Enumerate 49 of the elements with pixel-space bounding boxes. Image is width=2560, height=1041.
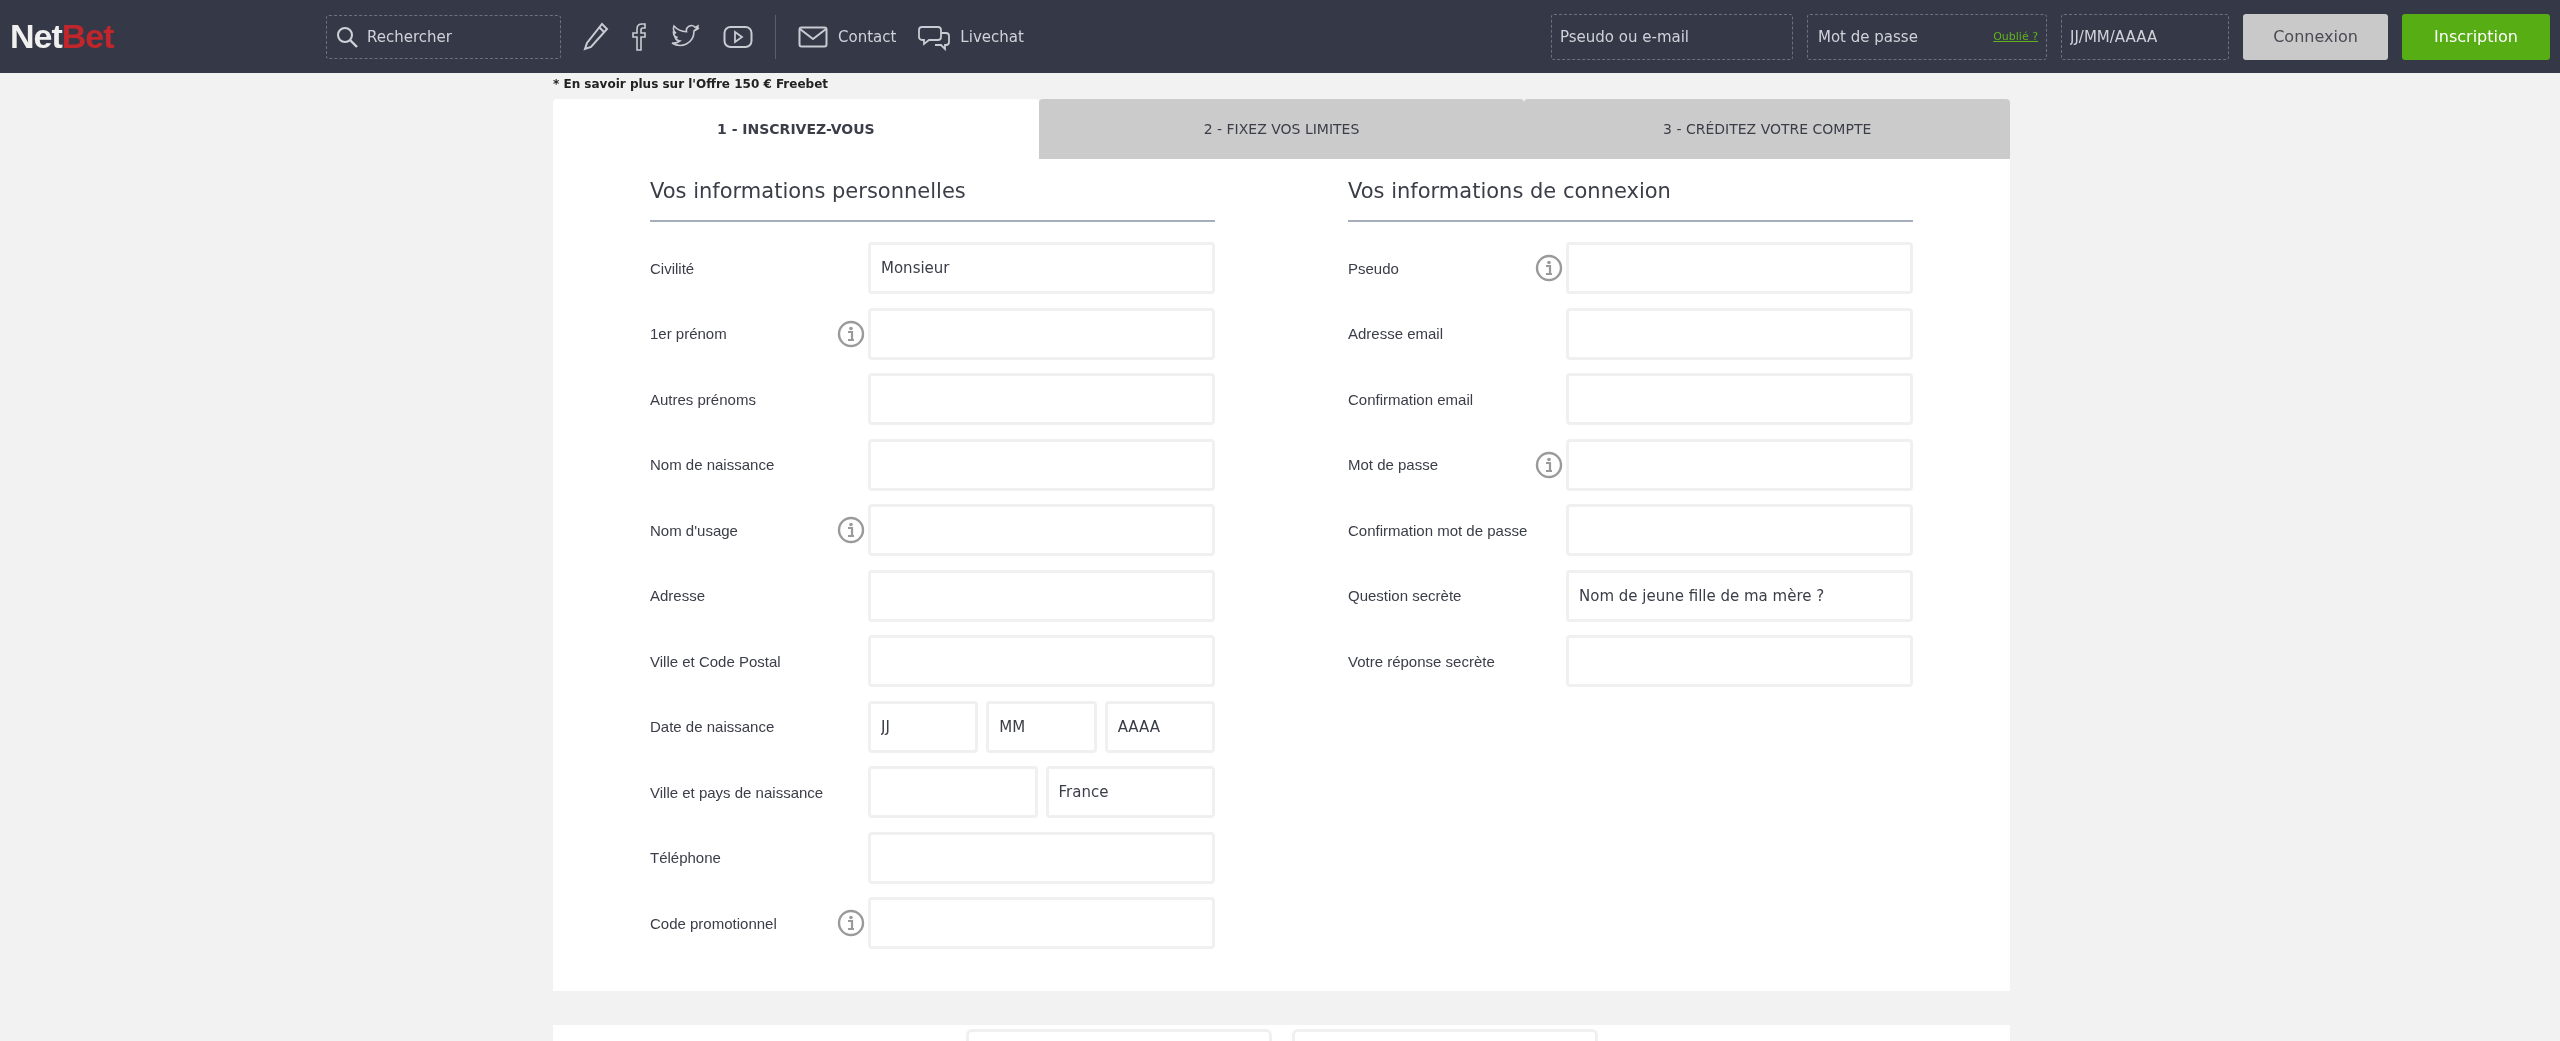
text-field[interactable]: MM bbox=[986, 700, 1097, 753]
field-label: Autres prénoms bbox=[650, 390, 757, 408]
step-tab[interactable]: 1 - INSCRIVEZ-VOUS bbox=[553, 99, 1039, 159]
field-label: Code promotionnel bbox=[650, 914, 778, 932]
birthdate-field[interactable]: JJ/MM/AAAA bbox=[2061, 13, 2229, 60]
field-label: Nom de naissance bbox=[650, 456, 776, 473]
section-title: Vos informations personnelles bbox=[650, 179, 1215, 222]
field-label: Ville et pays de naissance bbox=[650, 783, 825, 801]
search-icon bbox=[335, 24, 359, 49]
field-label: Mot de passe bbox=[1348, 456, 1440, 473]
step-tab[interactable]: 3 - CRÉDITEZ VOTRE COMPTE bbox=[1524, 99, 2010, 159]
field-label: Question secrète bbox=[1348, 587, 1463, 604]
site-logo[interactable]: NetBet bbox=[10, 17, 326, 56]
info-icon[interactable] bbox=[1535, 450, 1563, 479]
field-label: Nom d'usage bbox=[650, 521, 739, 539]
text-field[interactable]: France bbox=[1045, 766, 1215, 818]
forgot-password-link[interactable]: Oublié ? bbox=[1993, 30, 2038, 43]
info-icon[interactable] bbox=[837, 319, 865, 348]
facebook-icon[interactable] bbox=[631, 21, 647, 52]
text-field[interactable]: JJ bbox=[868, 700, 979, 753]
field-label: Adresse bbox=[650, 587, 707, 604]
search-field[interactable]: Rechercher bbox=[326, 14, 561, 59]
field-label: Confirmation mot de passe bbox=[1348, 521, 1529, 539]
field-label: Téléphone bbox=[650, 849, 722, 866]
play-icon[interactable] bbox=[723, 24, 753, 49]
field-label: Votre réponse secrète bbox=[1348, 652, 1496, 670]
field-label: Pseudo bbox=[1348, 259, 1400, 277]
text-field[interactable]: Monsieur bbox=[868, 242, 1215, 294]
field-label: 1er prénom bbox=[650, 325, 728, 342]
header-link[interactable]: Livechat bbox=[960, 27, 1024, 46]
password-field[interactable]: Mot de passe Oublié ? bbox=[1807, 13, 2047, 60]
pencil-icon[interactable] bbox=[583, 21, 609, 52]
text-field[interactable]: Nom de jeune fille de ma mère ? bbox=[1566, 569, 1913, 622]
step-tab[interactable]: 2 - FIXEZ VOS LIMITES bbox=[1038, 99, 1525, 159]
field-label: Adresse email bbox=[1348, 325, 1445, 342]
field-label: Civilité bbox=[650, 259, 696, 277]
info-icon[interactable] bbox=[837, 909, 865, 937]
text-field[interactable]: AAAA bbox=[1104, 700, 1215, 753]
field-label: Confirmation email bbox=[1348, 390, 1475, 408]
info-icon[interactable] bbox=[1535, 254, 1563, 282]
section-title: Vos informations de connexion bbox=[1348, 179, 1913, 222]
username-field[interactable]: Pseudo ou e-mail bbox=[1551, 13, 1793, 60]
header-link[interactable]: Contact bbox=[838, 27, 897, 46]
field-label: Date de naissance bbox=[650, 718, 776, 735]
offer-note[interactable]: * En savoir plus sur l'Offre 150 € Freebet bbox=[553, 73, 2010, 99]
envelope-icon bbox=[798, 25, 828, 48]
info-icon[interactable] bbox=[837, 516, 865, 544]
login-button[interactable]: Connexion bbox=[2243, 13, 2388, 60]
field-label: Ville et Code Postal bbox=[650, 652, 782, 670]
